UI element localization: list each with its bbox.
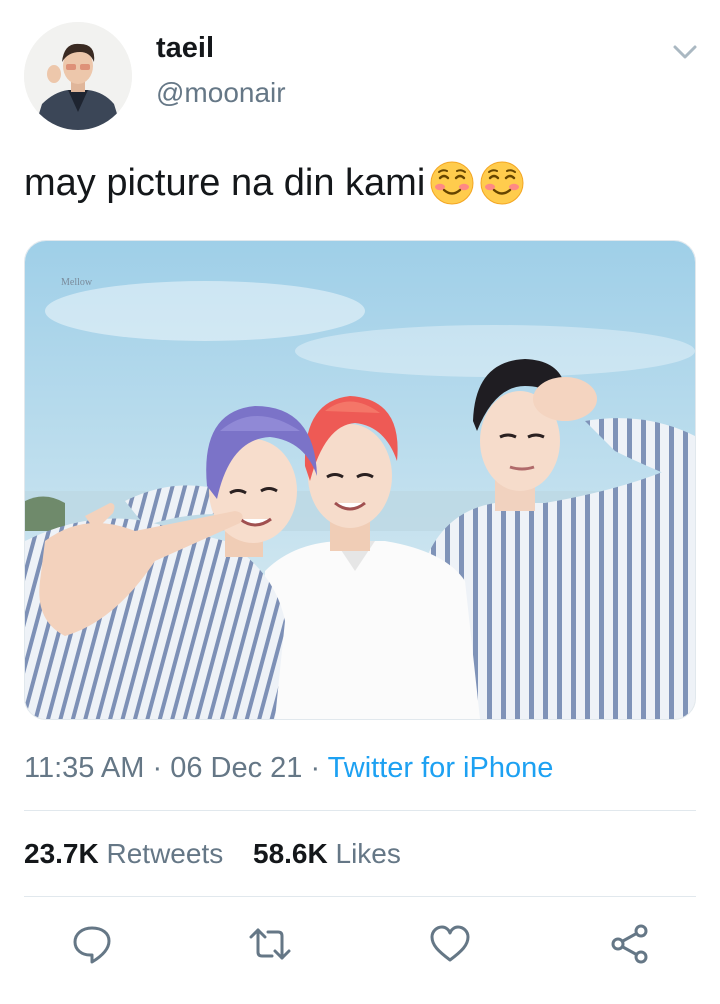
tweet-meta: 11:35 AM · 06 Dec 21 · Twitter for iPhon… (24, 748, 553, 788)
likes-count: 58.6K (253, 838, 328, 869)
tweet-actions (0, 914, 720, 974)
divider (24, 896, 696, 897)
tweet-text: may picture na din kami (24, 160, 525, 206)
photo-illustration: Mellow (25, 241, 695, 719)
tweet-date: 06 Dec 21 (170, 752, 303, 784)
tweet-stats: 23.7K Retweets 58.6K Likes (24, 834, 423, 874)
reply-icon[interactable] (70, 922, 114, 966)
media-watermark: Mellow (61, 277, 93, 288)
tweet-media-photo[interactable]: Mellow (24, 240, 696, 720)
meta-separator: · (310, 752, 321, 784)
meta-separator: · (152, 752, 163, 784)
tweet-source-link[interactable]: Twitter for iPhone (328, 752, 554, 784)
avatar[interactable] (24, 22, 132, 130)
retweets-count: 23.7K (24, 838, 99, 869)
author-display-name[interactable]: taeil (156, 32, 214, 64)
divider (24, 810, 696, 811)
chevron-down-icon[interactable] (668, 38, 702, 66)
tweet-text-content: may picture na din kami (24, 162, 426, 204)
avatar-image (24, 22, 132, 130)
retweets-stat[interactable]: 23.7K Retweets (24, 838, 223, 869)
retweet-icon[interactable] (248, 922, 292, 966)
like-icon[interactable] (428, 922, 472, 966)
share-icon[interactable] (608, 922, 652, 966)
smiling-face-emoji-icon (479, 160, 525, 206)
smiling-face-emoji-icon (429, 160, 475, 206)
tweet-time: 11:35 AM (24, 752, 145, 784)
author-handle[interactable]: @moonair (156, 77, 286, 109)
likes-label: Likes (335, 838, 401, 869)
retweets-label: Retweets (106, 838, 224, 869)
likes-stat[interactable]: 58.6K Likes (253, 838, 401, 869)
